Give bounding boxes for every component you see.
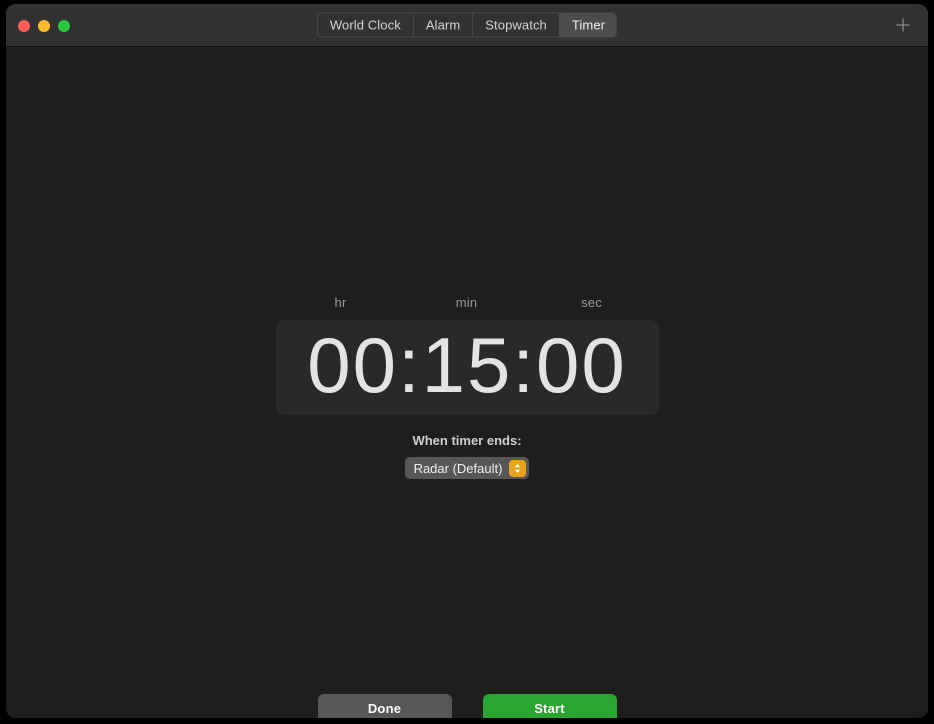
tab-alarm[interactable]: Alarm [414,13,474,37]
done-button[interactable]: Done [317,694,452,718]
timer-editor: hr min sec 00:15:00 When timer ends: Rad… [6,295,928,479]
add-timer-button[interactable] [890,12,916,38]
tab-timer-label: Timer [571,17,606,33]
maximize-window-button[interactable] [58,19,70,32]
timer-duration-field[interactable]: 00:15:00 [275,320,659,415]
timer-sound-popup-button[interactable]: Radar (Default) [404,457,530,479]
done-button-label: Done [367,701,402,716]
minutes-unit-label: min [455,295,478,310]
timer-duration-value: 00:15:00 [307,320,627,409]
seconds-unit-label: sec [581,295,602,310]
tab-world-clock-label: World Clock [329,17,401,33]
timer-content: hr min sec 00:15:00 When timer ends: Rad… [6,47,928,718]
traffic-lights [18,4,70,47]
tab-world-clock[interactable]: World Clock [318,13,414,37]
start-button-label: Start [534,701,565,716]
plus-icon [895,17,911,33]
timer-sound-row: Radar (Default) [6,457,928,479]
timer-action-bar: Done Start [6,694,928,718]
tab-stopwatch[interactable]: Stopwatch [473,13,560,37]
minimize-window-button[interactable] [38,19,50,32]
timer-sound-value: Radar (Default) [413,460,503,476]
hours-unit-label: hr [334,295,347,310]
timer-unit-labels: hr min sec [276,295,659,315]
start-button[interactable]: Start [482,694,617,718]
clock-window: World Clock Alarm Stopwatch Timer hr min… [6,4,928,718]
tab-alarm-label: Alarm [425,17,461,33]
tab-timer[interactable]: Timer [559,13,617,37]
tab-segmented-control: World Clock Alarm Stopwatch Timer [316,12,618,38]
chevron-up-down-icon [509,459,527,477]
close-window-button[interactable] [18,19,30,32]
tab-stopwatch-label: Stopwatch [485,17,547,33]
window-titlebar: World Clock Alarm Stopwatch Timer [6,4,928,47]
when-timer-ends-label: When timer ends: [412,433,522,448]
